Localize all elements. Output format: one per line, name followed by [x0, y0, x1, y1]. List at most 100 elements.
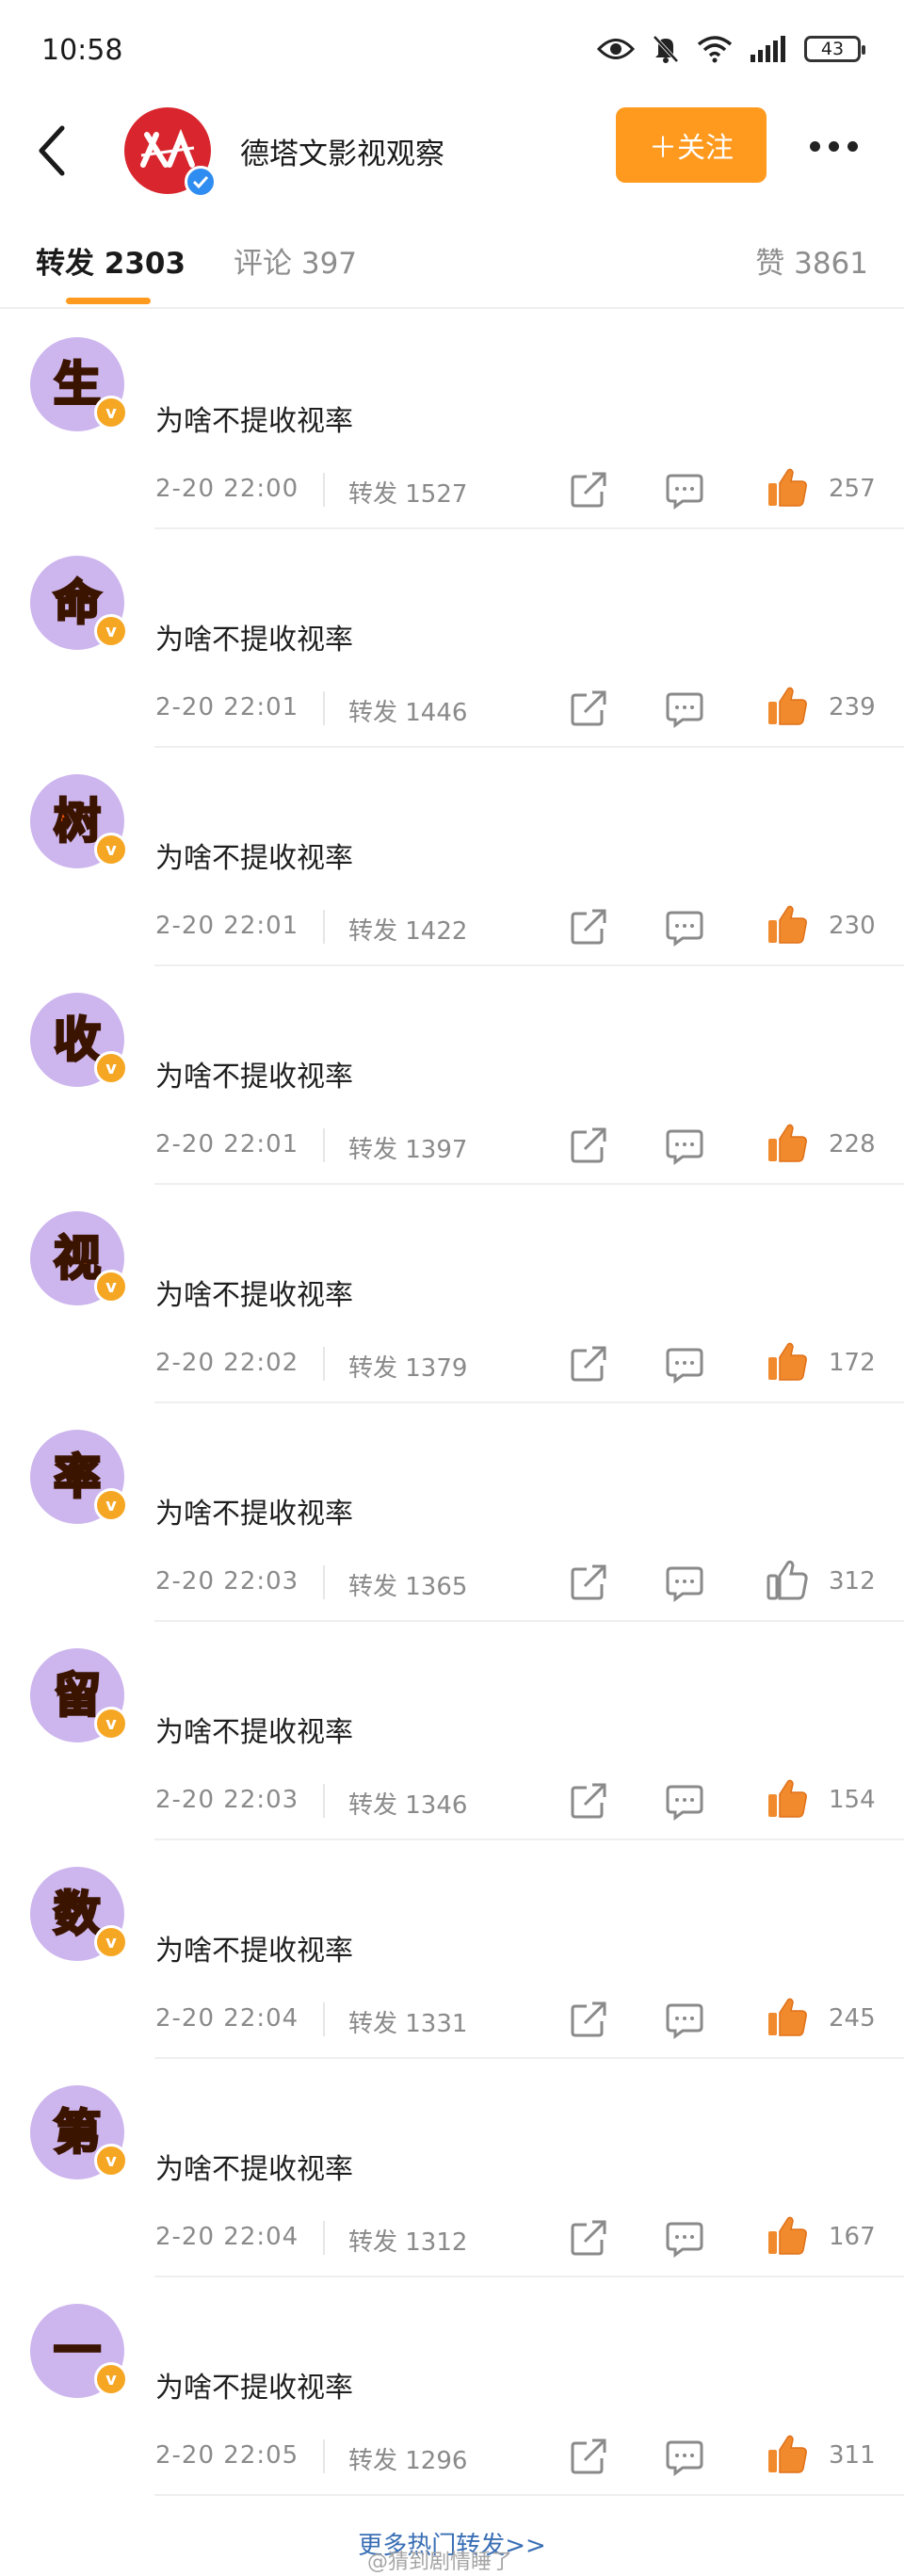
repost-count[interactable]: 转发 1379	[348, 1349, 467, 1384]
like-thumb-icon[interactable]	[766, 465, 809, 509]
like-thumb-icon[interactable]	[766, 684, 809, 727]
comment-icon[interactable]	[664, 1780, 705, 1822]
share-icon[interactable]	[568, 2217, 609, 2259]
repost-count[interactable]: 转发 1331	[348, 2004, 467, 2039]
like-thumb-icon[interactable]	[766, 1558, 809, 1601]
verified-badge-icon: v	[94, 396, 128, 429]
verified-badge-icon: v	[94, 1707, 128, 1741]
meta-divider	[323, 910, 325, 944]
user-avatar[interactable]: 数 v	[30, 1867, 128, 1961]
repost-text: 为啥不提收视率	[155, 1061, 353, 1094]
meta-divider	[323, 1784, 325, 1818]
repost-count[interactable]: 转发 1296	[348, 2441, 467, 2476]
repost-time: 2-20 22:01	[155, 912, 299, 940]
user-avatar[interactable]: 命 v	[30, 556, 128, 650]
comment-icon[interactable]	[664, 1562, 705, 1603]
repost-meta: 2-20 22:05 转发 1296 311	[155, 2435, 876, 2477]
repost-item[interactable]: 留 v 为啥不提收视率 2-20 22:03 转发 1346 154	[0, 1622, 904, 1840]
like-thumb-icon[interactable]	[766, 902, 809, 946]
verified-badge-icon: v	[94, 2144, 128, 2178]
repost-count[interactable]: 转发 1422	[348, 912, 467, 947]
verified-badge-icon: v	[94, 2362, 128, 2396]
share-icon[interactable]	[568, 1343, 609, 1385]
user-avatar[interactable]: 视 v	[30, 1211, 128, 1305]
like-thumb-icon[interactable]	[766, 2213, 809, 2257]
like-thumb-icon[interactable]	[766, 2432, 809, 2475]
share-icon[interactable]	[568, 2436, 609, 2477]
repost-item[interactable]: 生 v 为啥不提收视率 2-20 22:00 转发 1527 257	[0, 311, 904, 529]
repost-time: 2-20 22:01	[155, 1130, 299, 1158]
avatar-character: 命	[53, 575, 103, 630]
item-divider	[154, 2494, 904, 2496]
repost-item[interactable]: 数 v 为啥不提收视率 2-20 22:04 转发 1331 245	[0, 1840, 904, 2059]
user-avatar[interactable]: 率 v	[30, 1430, 128, 1524]
comment-icon[interactable]	[664, 2436, 705, 2477]
repost-count[interactable]: 转发 1397	[348, 1130, 467, 1165]
user-avatar[interactable]: 树 v	[30, 774, 128, 868]
like-thumb-icon[interactable]	[766, 1339, 809, 1383]
like-thumb-icon[interactable]	[766, 1776, 809, 1820]
user-avatar[interactable]: 一 v	[30, 2304, 128, 2398]
comment-icon[interactable]	[664, 1343, 705, 1385]
share-icon[interactable]	[568, 906, 609, 948]
tab-bar: 转发 2303 评论 397 赞 3861	[0, 198, 904, 309]
verified-icon	[185, 166, 217, 198]
share-icon[interactable]	[568, 469, 609, 510]
user-avatar[interactable]: 生 v	[30, 337, 128, 431]
repost-count[interactable]: 转发 1346	[348, 1786, 467, 1821]
repost-item[interactable]: 率 v 为啥不提收视率 2-20 22:03 转发 1365 312	[0, 1403, 904, 1622]
comment-icon[interactable]	[664, 688, 705, 729]
share-icon[interactable]	[568, 1999, 609, 2040]
repost-item[interactable]: 收 v 为啥不提收视率 2-20 22:01 转发 1397 228	[0, 966, 904, 1185]
repost-meta: 2-20 22:04 转发 1312 167	[155, 2216, 876, 2259]
tab-comment[interactable]: 评论 397	[234, 239, 357, 282]
repost-time: 2-20 22:04	[155, 2223, 299, 2251]
repost-count[interactable]: 转发 1365	[348, 1567, 467, 1602]
user-avatar[interactable]: 收 v	[30, 993, 128, 1087]
verified-badge-icon: v	[94, 1925, 128, 1959]
avatar-character: 收	[53, 1013, 103, 1067]
tab-repost[interactable]: 转发 2303	[36, 239, 186, 282]
repost-count[interactable]: 转发 1312	[348, 2223, 467, 2258]
repost-time: 2-20 22:04	[155, 2004, 299, 2033]
share-icon[interactable]	[568, 1562, 609, 1603]
repost-item[interactable]: 第 v 为啥不提收视率 2-20 22:04 转发 1312 167	[0, 2059, 904, 2277]
share-icon[interactable]	[568, 688, 609, 729]
share-icon[interactable]	[568, 1125, 609, 1166]
user-avatar[interactable]: 留 v	[30, 1648, 128, 1742]
follow-button[interactable]: ＋关注	[616, 107, 767, 183]
like-count: 228	[829, 1130, 876, 1158]
repost-item[interactable]: 命 v 为啥不提收视率 2-20 22:01 转发 1446 239	[0, 529, 904, 748]
comment-icon[interactable]	[664, 1125, 705, 1166]
like-thumb-icon[interactable]	[766, 1121, 809, 1164]
account-avatar[interactable]	[124, 107, 217, 198]
avatar-character: 数	[53, 1887, 103, 1941]
comment-icon[interactable]	[664, 2217, 705, 2259]
avatar-character: 视	[53, 1231, 103, 1286]
repost-meta: 2-20 22:01 转发 1446 239	[155, 687, 876, 729]
like-count: 311	[829, 2441, 876, 2470]
share-icon[interactable]	[568, 1780, 609, 1822]
repost-count[interactable]: 转发 1527	[348, 475, 467, 510]
more-options-button[interactable]	[800, 122, 866, 170]
verified-badge-icon: v	[94, 833, 128, 867]
avatar-character: 一	[53, 2324, 103, 2378]
comment-icon[interactable]	[664, 1999, 705, 2040]
repost-item[interactable]: 树 v 为啥不提收视率 2-20 22:01 转发 1422 230	[0, 748, 904, 966]
comment-icon[interactable]	[664, 469, 705, 510]
repost-time: 2-20 22:02	[155, 1349, 299, 1377]
user-avatar[interactable]: 第 v	[30, 2085, 128, 2179]
back-button[interactable]	[28, 121, 75, 181]
repost-item[interactable]: 一 v 为啥不提收视率 2-20 22:05 转发 1296 311	[0, 2277, 904, 2496]
account-name[interactable]: 德塔文影视观察	[240, 130, 444, 172]
like-count: 167	[829, 2223, 876, 2251]
like-thumb-icon[interactable]	[766, 1995, 809, 2038]
repost-time: 2-20 22:01	[155, 693, 299, 721]
eye-icon	[597, 39, 635, 59]
like-count: 257	[829, 475, 876, 503]
repost-count[interactable]: 转发 1446	[348, 693, 467, 728]
repost-item[interactable]: 视 v 为啥不提收视率 2-20 22:02 转发 1379 172	[0, 1185, 904, 1403]
meta-divider	[323, 1565, 325, 1599]
comment-icon[interactable]	[664, 906, 705, 948]
tab-like[interactable]: 赞 3861	[755, 239, 868, 282]
